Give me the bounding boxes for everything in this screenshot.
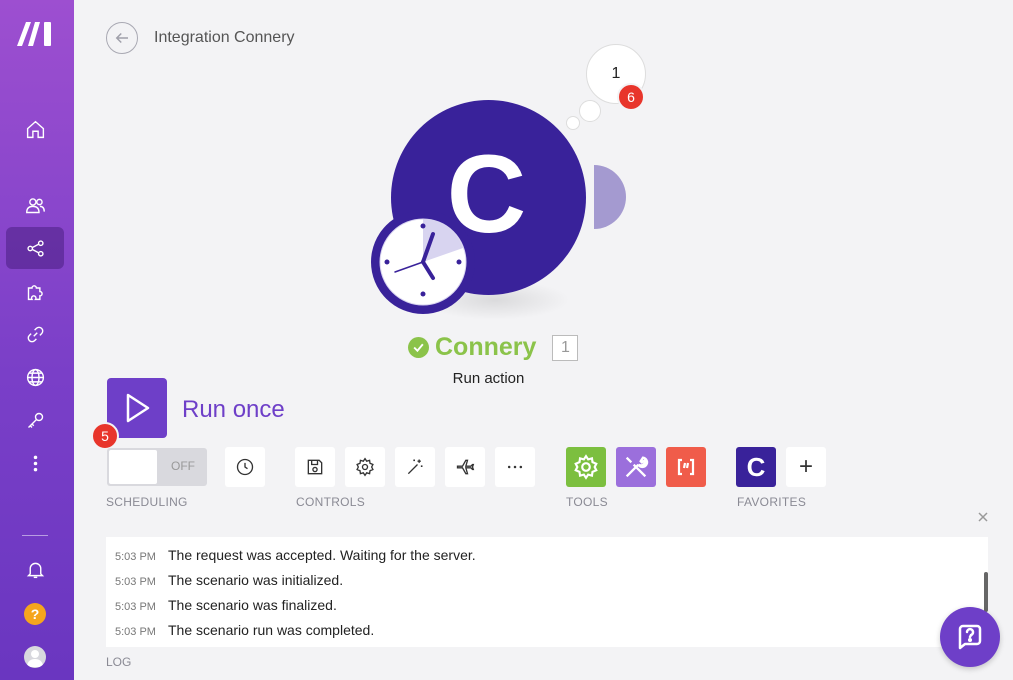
log-time: 5:03 PM xyxy=(115,626,156,638)
log-message: The scenario was finalized. xyxy=(168,597,337,613)
sidebar-item-team[interactable] xyxy=(6,184,64,226)
more-horizontal-icon xyxy=(507,465,523,469)
log-message: The request was accepted. Waiting for th… xyxy=(168,547,476,563)
log-time: 5:03 PM xyxy=(115,601,156,613)
close-log-icon[interactable] xyxy=(976,510,990,524)
log-entry: 5:03 PM The scenario run was completed. xyxy=(106,622,374,638)
favorite-letter: C xyxy=(746,451,766,482)
sidebar-item-webhooks[interactable] xyxy=(6,356,64,398)
log-label: LOG xyxy=(106,655,132,669)
auto-align-button[interactable] xyxy=(395,447,435,487)
bubble-dot-medium xyxy=(579,100,601,122)
run-once-label[interactable]: Run once xyxy=(182,396,285,424)
controls-label: CONTROLS xyxy=(296,495,366,509)
make-logo-icon[interactable] xyxy=(17,20,55,46)
run-step-badge: 5 xyxy=(91,422,119,450)
help-icon[interactable]: ? xyxy=(24,603,46,625)
bubble-step-badge: 6 xyxy=(617,83,645,111)
bubble-dot-small xyxy=(566,116,580,130)
add-favorite-button[interactable]: + xyxy=(786,447,826,487)
log-entry: 5:03 PM The request was accepted. Waitin… xyxy=(106,547,476,563)
module-id-badge: 1 xyxy=(552,334,579,361)
clock-icon xyxy=(236,458,254,476)
scenario-settings-button[interactable] xyxy=(345,447,385,487)
scheduling-label: SCHEDULING xyxy=(106,495,188,509)
sidebar-item-apps[interactable] xyxy=(6,270,64,312)
gear-icon xyxy=(574,454,598,480)
user-icon xyxy=(27,650,43,667)
page-title: Integration Connery xyxy=(154,29,295,46)
schedule-settings-button[interactable] xyxy=(225,447,265,487)
sidebar-item-connections[interactable] xyxy=(6,313,64,355)
avatar[interactable] xyxy=(24,646,46,668)
scheduling-toggle[interactable]: OFF xyxy=(107,448,207,486)
log-entry: 5:03 PM The scenario was finalized. xyxy=(106,597,337,613)
log-scrollbar[interactable] xyxy=(984,572,988,612)
explain-flow-button[interactable] xyxy=(445,447,485,487)
sidebar-item-notifications[interactable] xyxy=(6,548,64,590)
play-icon xyxy=(126,393,150,423)
home-icon xyxy=(26,120,44,138)
bell-icon xyxy=(26,562,44,578)
tool-settings-button[interactable] xyxy=(566,447,606,487)
link-icon xyxy=(27,326,43,342)
arrow-left-icon xyxy=(115,32,128,44)
log-time: 5:03 PM xyxy=(115,576,156,588)
key-icon xyxy=(27,412,43,428)
more-controls-button[interactable] xyxy=(495,447,535,487)
operations-count: 1 xyxy=(611,65,621,82)
team-icon xyxy=(25,197,45,213)
back-button[interactable] xyxy=(106,22,138,54)
help-chat-button[interactable] xyxy=(940,607,1000,667)
module-name[interactable]: Connery xyxy=(435,333,536,362)
chat-help-icon xyxy=(958,624,982,650)
log-message: The scenario run was completed. xyxy=(168,622,375,638)
sidebar-divider xyxy=(22,535,48,536)
sidebar-item-keys[interactable] xyxy=(6,399,64,441)
toggle-state-label: OFF xyxy=(171,459,195,473)
tools-label: TOOLS xyxy=(566,495,608,509)
share-icon xyxy=(26,239,44,257)
sidebar-item-more[interactable] xyxy=(6,442,64,484)
more-vertical-icon xyxy=(33,455,37,471)
toggle-knob xyxy=(109,450,157,484)
plus-icon: + xyxy=(798,453,813,480)
schedule-clock-icon[interactable] xyxy=(371,210,475,314)
wrench-icon xyxy=(625,456,649,478)
brackets-icon xyxy=(677,458,695,476)
log-panel: 5:03 PM The request was accepted. Waitin… xyxy=(106,537,988,647)
globe-icon xyxy=(26,368,44,386)
log-entry: 5:03 PM The scenario was initialized. xyxy=(106,572,343,588)
favorites-label: FAVORITES xyxy=(737,495,807,509)
sidebar: ? xyxy=(0,0,74,680)
tool-flow-control-button[interactable] xyxy=(616,447,656,487)
save-button[interactable] xyxy=(295,447,335,487)
success-check-icon xyxy=(408,337,429,358)
log-time: 5:03 PM xyxy=(115,551,156,563)
module-action: Run action xyxy=(452,370,525,387)
tool-text-parser-button[interactable] xyxy=(666,447,706,487)
log-message: The scenario was initialized. xyxy=(168,572,344,588)
gear-icon xyxy=(356,457,374,477)
sidebar-item-home[interactable] xyxy=(6,108,64,150)
puzzle-icon xyxy=(27,284,43,300)
favorite-connery-button[interactable]: C xyxy=(736,447,776,487)
save-icon xyxy=(307,459,323,475)
airplane-icon xyxy=(456,459,475,475)
sidebar-item-scenarios[interactable] xyxy=(6,227,64,269)
magic-wand-icon xyxy=(407,459,423,475)
module-title-row: Connery 1 xyxy=(408,333,579,362)
